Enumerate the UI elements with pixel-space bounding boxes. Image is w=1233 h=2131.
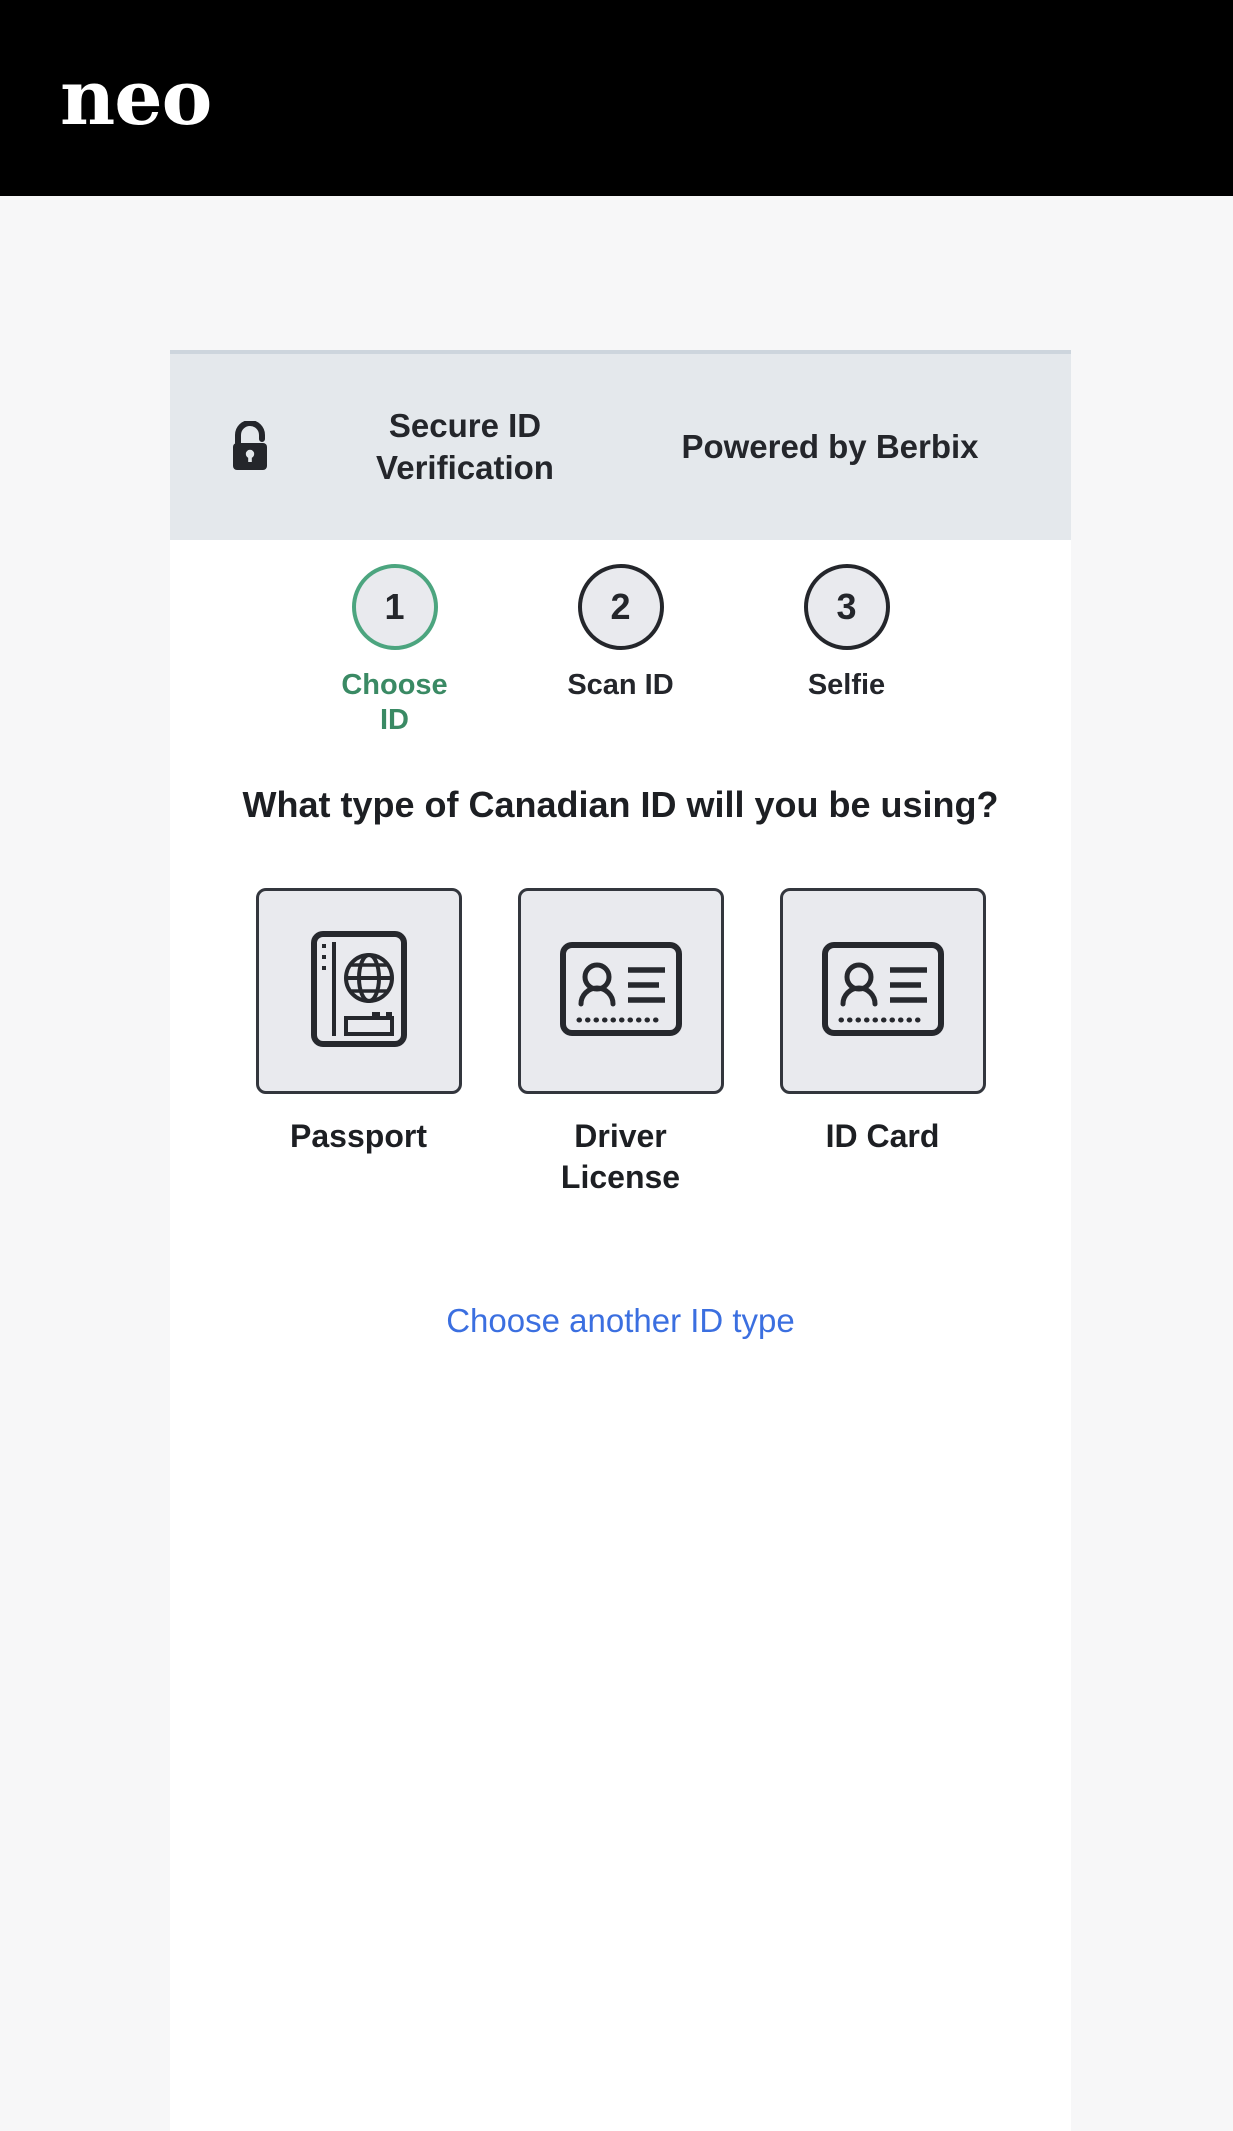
driver-license-tile[interactable]: [517, 888, 724, 1094]
step-scan-id[interactable]: 2 Scan ID: [551, 564, 691, 703]
step-selfie[interactable]: 3 Selfie: [777, 564, 917, 703]
secure-id-banner: Secure ID Verification Powered by Berbix: [170, 350, 1071, 540]
id-option-id-card[interactable]: ID Card: [779, 888, 986, 1198]
passport-icon: [308, 928, 410, 1055]
step-indicator: 1 Choose ID 2 Scan ID 3 Selfie: [170, 540, 1071, 740]
step-2-circle: 2: [577, 564, 664, 650]
id-option-passport[interactable]: Passport: [255, 888, 462, 1198]
lock-icon: [227, 420, 273, 473]
page-title: What type of Canadian ID will you be usi…: [242, 784, 999, 825]
id-option-label-passport: Passport: [290, 1118, 427, 1154]
verification-card: Secure ID Verification Powered by Berbix…: [170, 350, 1071, 2131]
id-card-tile[interactable]: [779, 888, 986, 1094]
step-1-circle: 1: [351, 564, 438, 650]
step-2-label: Scan ID: [567, 669, 674, 701]
step-3-circle: 3: [803, 564, 890, 650]
id-card-icon: [558, 940, 684, 1043]
secure-id-title: Secure ID Verification: [376, 406, 554, 486]
step-choose-id[interactable]: 1 Choose ID: [325, 564, 465, 738]
alt-link-container: Choose another ID type: [170, 1302, 1071, 1340]
step-3-label: Selfie: [807, 669, 886, 701]
step-1-label: Choose ID: [341, 669, 448, 736]
id-type-options: Passport Driver License ID Card: [170, 888, 1071, 1198]
page-body: Secure ID Verification Powered by Berbix…: [0, 196, 1233, 2131]
id-option-label-driver-license: Driver License: [560, 1118, 681, 1195]
neo-logo: neo: [60, 53, 212, 142]
powered-by-label: Powered by Berbix: [681, 427, 979, 465]
brand-header: neo: [0, 0, 1233, 196]
choose-another-id-type-link[interactable]: Choose another ID type: [446, 1302, 795, 1339]
id-card-icon: [820, 940, 946, 1043]
id-option-driver-license[interactable]: Driver License: [517, 888, 724, 1198]
id-option-label-id-card: ID Card: [825, 1118, 940, 1154]
passport-tile[interactable]: [255, 888, 462, 1094]
